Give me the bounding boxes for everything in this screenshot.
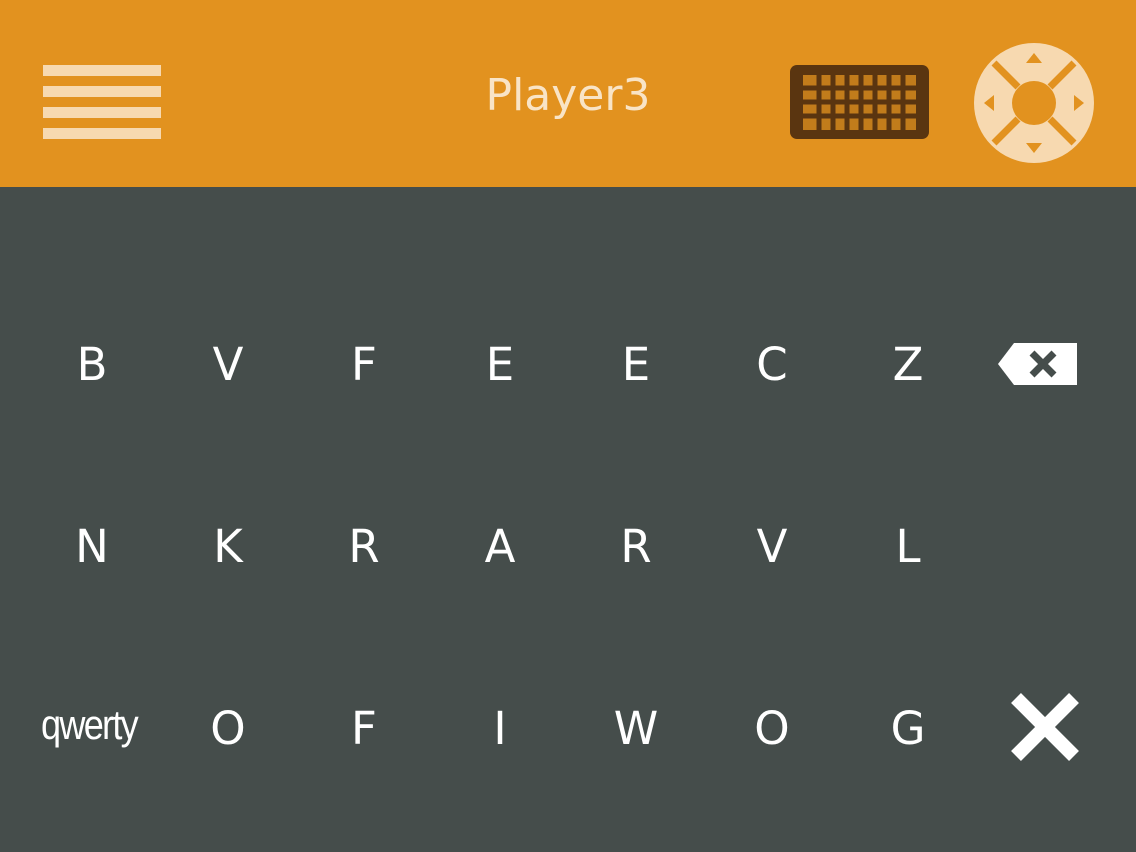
close-icon (1011, 693, 1079, 761)
menu-line-icon (43, 107, 161, 118)
keyboard-toggle-button[interactable] (789, 64, 930, 140)
menu-line-icon (43, 86, 161, 97)
key-letter[interactable]: I (440, 684, 560, 774)
key-letter[interactable]: F (304, 684, 424, 774)
key-letter[interactable]: O (168, 684, 288, 774)
dpad-button[interactable] (972, 41, 1096, 165)
key-letter[interactable]: V (712, 502, 832, 592)
key-letter[interactable]: R (304, 502, 424, 592)
close-keyboard-button[interactable] (1008, 692, 1082, 762)
key-letter[interactable]: K (168, 502, 288, 592)
key-letter[interactable]: A (440, 502, 560, 592)
menu-button[interactable] (40, 62, 164, 142)
keyboard-icon (790, 65, 929, 139)
remote-keyboard-screen: Player3 B V F E E C Z N K R A R V L qwer… (0, 0, 1136, 852)
top-bar: Player3 (0, 0, 1136, 187)
menu-line-icon (43, 128, 161, 139)
menu-line-icon (43, 65, 161, 76)
key-letter[interactable]: C (712, 320, 832, 410)
key-letter[interactable]: V (168, 320, 288, 410)
key-letter[interactable]: B (32, 320, 152, 410)
backspace-icon (998, 343, 1077, 385)
key-letter[interactable]: E (440, 320, 560, 410)
key-letter[interactable]: W (576, 684, 696, 774)
backspace-button[interactable] (990, 336, 1086, 392)
key-letter[interactable]: G (848, 684, 968, 774)
key-letter[interactable]: R (576, 502, 696, 592)
key-letter[interactable]: O (712, 684, 832, 774)
dpad-remote-icon (974, 43, 1094, 163)
key-letter[interactable]: L (848, 502, 968, 592)
player-name-title: Player3 (485, 70, 651, 121)
key-letter[interactable]: E (576, 320, 696, 410)
key-letter[interactable]: F (304, 320, 424, 410)
key-letter[interactable]: Z (848, 320, 968, 410)
qwerty-layout-toggle[interactable]: qwerty (25, 680, 154, 770)
key-letter[interactable]: N (32, 502, 152, 592)
